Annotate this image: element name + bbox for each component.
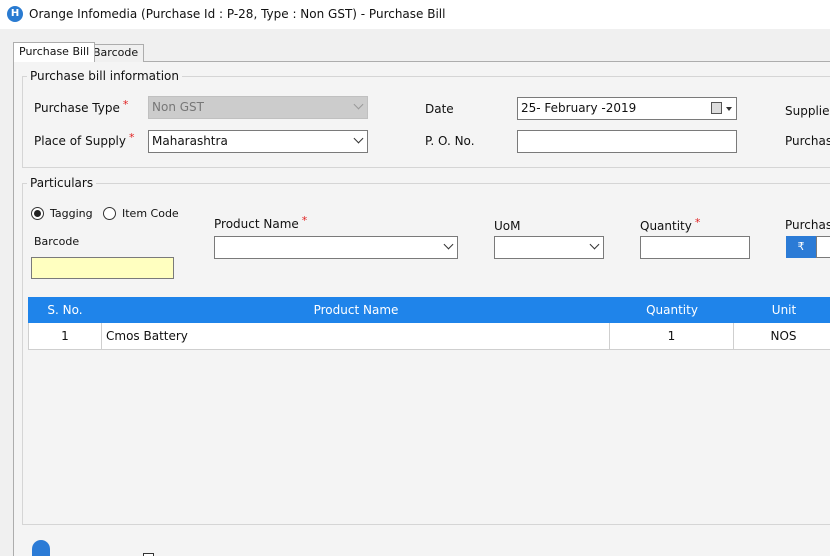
- product-name-label: Product Name *: [214, 214, 308, 231]
- po-no-input[interactable]: [517, 130, 737, 153]
- grid-header: S. No. Product Name Quantity Unit: [28, 297, 830, 323]
- quantity-input[interactable]: [640, 236, 750, 259]
- item-code-radio[interactable]: [103, 207, 116, 220]
- chevron-down-icon: [353, 99, 364, 110]
- place-of-supply-select[interactable]: Maharashtra: [148, 130, 368, 153]
- tab-barcode[interactable]: Barcode: [87, 44, 145, 62]
- cell-product-name[interactable]: Cmos Battery: [102, 323, 610, 349]
- barcode-input[interactable]: [31, 257, 174, 279]
- cell-quantity[interactable]: 1: [610, 323, 734, 349]
- required-marker: *: [301, 214, 308, 227]
- column-header-sno[interactable]: S. No.: [28, 297, 102, 323]
- quantity-label: Quantity *: [640, 216, 701, 233]
- required-marker: *: [129, 131, 135, 144]
- supplier-label: Supplier: [785, 104, 830, 118]
- purchase-rate-input[interactable]: [816, 236, 830, 258]
- tagging-radio-label: Tagging: [50, 207, 93, 220]
- currency-button[interactable]: ₹: [786, 236, 816, 258]
- cell-sno[interactable]: 1: [28, 323, 102, 349]
- column-header-quantity[interactable]: Quantity: [610, 297, 734, 323]
- barcode-label: Barcode: [34, 235, 80, 248]
- cell-unit[interactable]: NOS: [734, 323, 830, 349]
- place-of-supply-value: Maharashtra: [152, 134, 228, 148]
- required-marker: *: [694, 216, 701, 229]
- user-icon[interactable]: [32, 540, 50, 556]
- uom-select[interactable]: [494, 236, 604, 259]
- purchase-label: Purchase: [785, 134, 830, 148]
- purchase-type-label: Purchase Type *: [34, 98, 129, 115]
- purchase-type-select[interactable]: Non GST: [148, 96, 368, 119]
- chevron-down-icon: [353, 133, 364, 144]
- product-name-select[interactable]: [214, 236, 458, 259]
- purchase-rate-label: Purchase: [785, 218, 830, 232]
- dropdown-arrow-icon[interactable]: [726, 107, 732, 111]
- uom-label: UoM: [494, 219, 521, 233]
- app-logo-icon: H: [7, 6, 23, 22]
- date-label: Date: [425, 102, 454, 116]
- particulars-group: [22, 183, 830, 525]
- column-header-product-name[interactable]: Product Name: [102, 297, 610, 323]
- date-value: 25- February -2019: [521, 101, 637, 115]
- item-code-radio-label: Item Code: [122, 207, 179, 220]
- purchase-type-value: Non GST: [152, 100, 204, 114]
- chevron-down-icon: [443, 239, 454, 250]
- table-row[interactable]: 1 Cmos Battery 1 NOS: [28, 323, 830, 350]
- tagging-radio[interactable]: [31, 207, 44, 220]
- tab-purchase-bill[interactable]: Purchase Bill: [13, 42, 96, 62]
- date-picker[interactable]: 25- February -2019: [517, 97, 737, 120]
- column-header-unit[interactable]: Unit: [734, 297, 830, 323]
- title-bar: H Orange Infomedia (Purchase Id : P-28, …: [0, 0, 830, 29]
- po-no-label: P. O. No.: [425, 134, 475, 148]
- window-title: Orange Infomedia (Purchase Id : P-28, Ty…: [29, 7, 446, 21]
- purchase-info-group: [22, 76, 830, 168]
- chevron-down-icon: [589, 239, 600, 250]
- required-marker: *: [122, 98, 129, 111]
- place-of-supply-label: Place of Supply *: [34, 131, 135, 148]
- particulars-title: Particulars: [27, 176, 97, 190]
- calendar-icon[interactable]: [711, 102, 722, 114]
- purchase-info-title: Purchase bill information: [27, 69, 182, 83]
